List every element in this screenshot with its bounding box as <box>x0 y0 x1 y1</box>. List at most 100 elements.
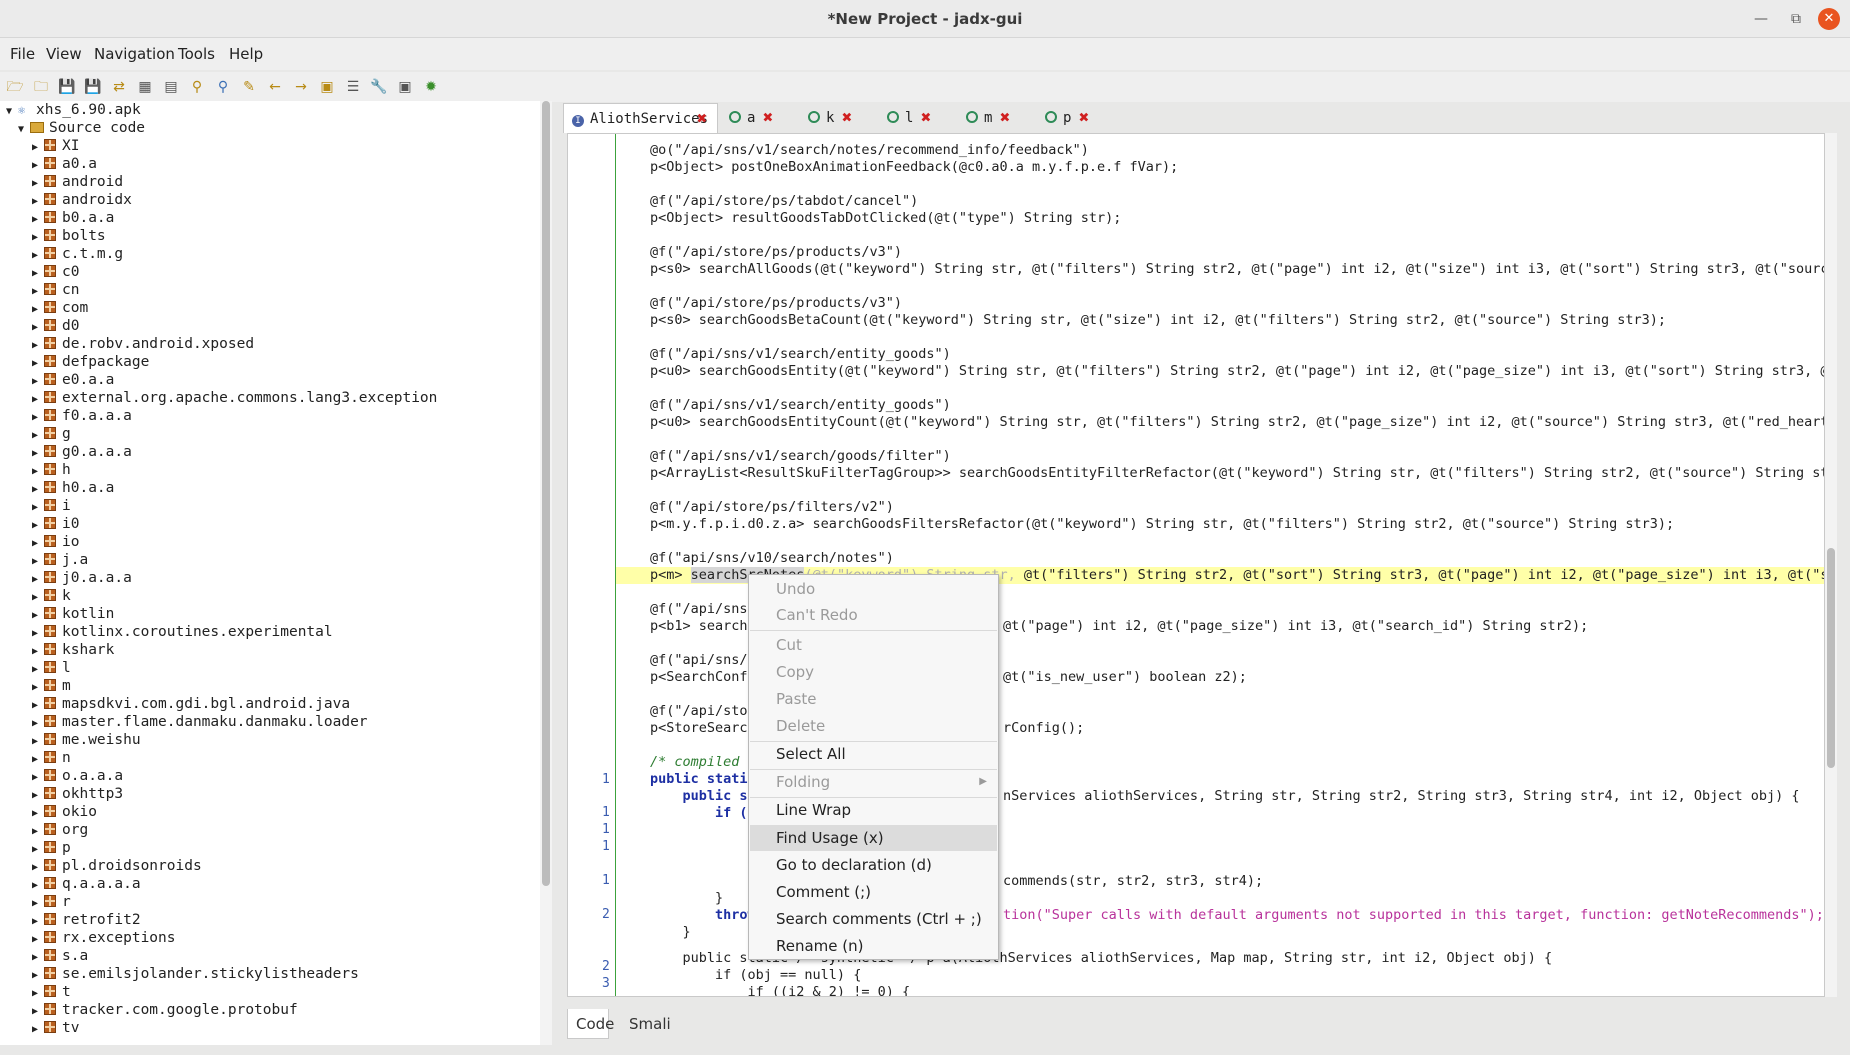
tree-package[interactable]: ▶ a0.a <box>32 155 97 173</box>
tree-package[interactable]: ▶ external.org.apache.commons.lang3.excep… <box>32 389 437 407</box>
tree-package[interactable]: ▶ c0 <box>32 263 79 281</box>
tree-package[interactable]: ▶ b0.a.a <box>32 209 114 227</box>
tree-package[interactable]: ▶ i <box>32 497 71 515</box>
menu-item-delete[interactable]: Delete <box>750 713 997 739</box>
project-tree[interactable]: ▼ ⚛ xhs_6.90.apk ▼ Source code ▶ XI ▶ a0.a ▶ and… <box>0 101 542 1045</box>
tree-package[interactable]: ▶ n <box>32 749 71 767</box>
tree-package[interactable]: ▶ g0.a.a.a <box>32 443 132 461</box>
tab-a[interactable]: a ✖ <box>721 103 785 133</box>
tree-package[interactable]: ▶ h0.a.a <box>32 479 114 497</box>
tree-package[interactable]: ▶ m <box>32 677 71 695</box>
log-icon[interactable]: ☰ <box>344 78 362 96</box>
tree-package[interactable]: ▶ XI <box>32 137 79 155</box>
expand-arrow-icon[interactable]: ▶ <box>32 1021 44 1039</box>
tab-l[interactable]: l ✖ <box>879 103 943 133</box>
code-scrollbar-thumb[interactable] <box>1827 548 1835 768</box>
tree-package[interactable]: ▶ e0.a.a <box>32 371 114 389</box>
open-folder-icon[interactable]: 🗁 <box>6 78 24 96</box>
close-tab-icon[interactable]: ✖ <box>842 103 852 133</box>
close-icon[interactable]: ✕ <box>1818 8 1840 30</box>
tree-package[interactable]: ▶ mapsdkvi.com.gdi.bgl.android.java <box>32 695 350 713</box>
tree-package[interactable]: ▶ me.weishu <box>32 731 141 749</box>
menu-tools[interactable]: Tools <box>178 45 215 63</box>
tree-package[interactable]: ▶ okhttp3 <box>32 785 123 803</box>
tree-source-code[interactable]: ▼ Source code <box>18 119 145 137</box>
flatten-icon[interactable]: ▤ <box>162 78 180 96</box>
tree-package[interactable]: ▶ pl.droidsonroids <box>32 857 202 875</box>
menu-item-find-usage[interactable]: Find Usage (x) <box>750 825 997 851</box>
tree-package[interactable]: ▶ d0 <box>32 317 79 335</box>
tree-package[interactable]: ▶ tv <box>32 1019 79 1037</box>
tree-package[interactable]: ▶ o.a.a.a <box>32 767 123 785</box>
tree-package[interactable]: ▶ h <box>32 461 71 479</box>
menu-item-rename[interactable]: Rename (n) <box>750 933 997 959</box>
expand-arrow-icon[interactable]: ▼ <box>18 121 30 139</box>
tree-package[interactable]: ▶ t <box>32 983 71 1001</box>
menu-item-select-all[interactable]: Select All <box>750 741 997 767</box>
minimize-icon[interactable]: — <box>1750 8 1772 30</box>
deobfuscation-icon[interactable]: ▣ <box>396 78 414 96</box>
add-files-icon[interactable]: 🗀 <box>32 78 50 96</box>
tree-package[interactable]: ▶ s.a <box>32 947 88 965</box>
close-tab-icon[interactable]: ✖ <box>1079 103 1089 133</box>
tree-package[interactable]: ▶ q.a.a.a.a <box>32 875 141 893</box>
menu-item-undo[interactable]: Undo <box>750 576 997 602</box>
tab-m[interactable]: m ✖ <box>958 103 1022 133</box>
menu-item-search-comments[interactable]: Search comments (Ctrl + ;) <box>750 906 997 932</box>
tree-package[interactable]: ▶ bolts <box>32 227 106 245</box>
menu-view[interactable]: View <box>46 45 82 63</box>
tree-root[interactable]: ▼ ⚛ xhs_6.90.apk <box>6 101 141 119</box>
key-icon[interactable]: ⚲ <box>188 78 206 96</box>
close-tab-icon[interactable]: ✖ <box>1000 103 1010 133</box>
tab-k[interactable]: k ✖ <box>800 103 864 133</box>
sync-icon[interactable]: ▦ <box>136 78 154 96</box>
maximize-icon[interactable]: ⧉ <box>1785 8 1807 30</box>
tab-p[interactable]: p ✖ <box>1037 103 1101 133</box>
quark-icon[interactable]: ▣ <box>318 78 336 96</box>
tree-package[interactable]: ▶ de.robv.android.xposed <box>32 335 254 353</box>
tree-package[interactable]: ▶ defpackage <box>32 353 149 371</box>
save-all-icon[interactable]: 💾 <box>84 78 102 96</box>
back-icon[interactable]: ← <box>266 78 284 96</box>
menu-item-comment[interactable]: Comment (;) <box>750 879 997 905</box>
forward-icon[interactable]: → <box>292 78 310 96</box>
menu-item-redo[interactable]: Can't Redo <box>750 602 997 628</box>
tree-scrollbar-thumb[interactable] <box>542 101 550 886</box>
tree-package[interactable]: ▶ kotlinx.coroutines.experimental <box>32 623 333 641</box>
tree-package[interactable]: ▶ p <box>32 839 71 857</box>
tree-package[interactable]: ▶ retrofit2 <box>32 911 141 929</box>
tree-package[interactable]: ▶ j.a <box>32 551 88 569</box>
tree-package[interactable]: ▶ tracker.com.google.protobuf <box>32 1001 298 1019</box>
tab-smali[interactable]: Smali <box>621 1009 675 1039</box>
menu-navigation[interactable]: Navigation <box>94 45 175 63</box>
expand-arrow-icon[interactable]: ▼ <box>6 103 18 121</box>
tree-package[interactable]: ▶ android <box>32 173 123 191</box>
tree-package[interactable]: ▶ cn <box>32 281 79 299</box>
menu-item-copy[interactable]: Copy <box>750 659 997 685</box>
tree-package[interactable]: ▶ l <box>32 659 71 677</box>
tree-package[interactable]: ▶ j0.a.a.a <box>32 569 132 587</box>
close-tab-icon[interactable]: ✖ <box>921 103 931 133</box>
menu-help[interactable]: Help <box>229 45 263 63</box>
menu-item-paste[interactable]: Paste <box>750 686 997 712</box>
close-tab-icon[interactable]: ✖ <box>697 104 707 134</box>
tree-package[interactable]: ▶ kotlin <box>32 605 114 623</box>
tree-package[interactable]: ▶ se.emilsjolander.stickylistheaders <box>32 965 359 983</box>
menu-item-cut[interactable]: Cut <box>750 632 997 658</box>
tree-package[interactable]: ▶ androidx <box>32 191 132 209</box>
tree-package[interactable]: ▶ k <box>32 587 71 605</box>
tree-package[interactable]: ▶ c.t.m.g <box>32 245 123 263</box>
menu-item-line-wrap[interactable]: Line Wrap <box>750 797 997 823</box>
menu-item-folding[interactable]: Folding ▶ <box>750 769 997 795</box>
debug-icon[interactable]: ✹ <box>422 78 440 96</box>
menu-file[interactable]: File <box>10 45 35 63</box>
tree-package[interactable]: ▶ io <box>32 533 79 551</box>
tree-package[interactable]: ▶ f0.a.a.a <box>32 407 132 425</box>
tree-package[interactable]: ▶ master.flame.danmaku.danmaku.loader <box>32 713 368 731</box>
tree-package[interactable]: ▶ com <box>32 299 88 317</box>
export-icon[interactable]: ⇄ <box>110 78 128 96</box>
tree-package[interactable]: ▶ kshark <box>32 641 114 659</box>
tree-package[interactable]: ▶ rx.exceptions <box>32 929 176 947</box>
tree-package[interactable]: ▶ i0 <box>32 515 79 533</box>
tree-package[interactable]: ▶ okio <box>32 803 97 821</box>
